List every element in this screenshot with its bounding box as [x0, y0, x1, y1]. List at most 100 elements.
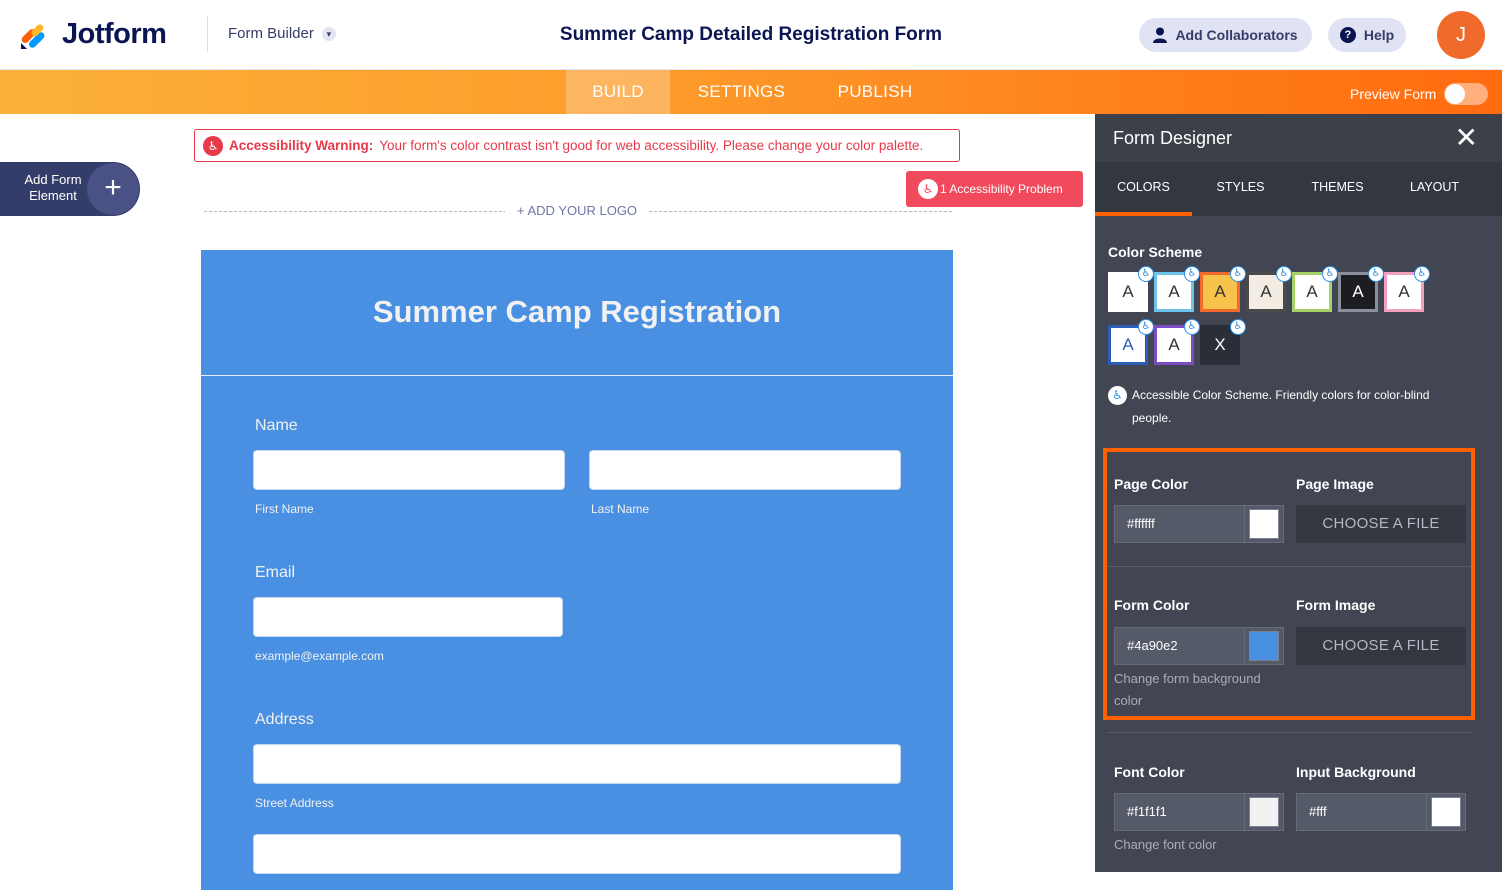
- help-label: Help: [1363, 27, 1395, 43]
- tab-styles[interactable]: STYLES: [1192, 162, 1289, 216]
- add-collaborators-button[interactable]: Add Collaborators: [1139, 18, 1312, 52]
- add-logo-button[interactable]: + ADD YOUR LOGO: [505, 203, 650, 218]
- accessibility-icon: ♿: [1414, 266, 1430, 282]
- form-color-input[interactable]: #4a90e2: [1114, 627, 1284, 665]
- tab-layout[interactable]: LAYOUT: [1386, 162, 1483, 216]
- accessible-scheme-text: Accessible Color Scheme. Friendly colors…: [1132, 388, 1430, 425]
- form-designer-title: Form Designer: [1113, 128, 1233, 148]
- name-label: Name: [255, 417, 298, 434]
- jotform-logo-icon: [21, 23, 45, 49]
- tab-themes[interactable]: THEMES: [1289, 162, 1386, 216]
- form-card: Summer Camp Registration Name First Name…: [201, 250, 953, 890]
- jotform-logo[interactable]: Jotform: [18, 18, 167, 51]
- form-image-label: Form Image: [1296, 597, 1376, 613]
- font-color-input[interactable]: #f1f1f1: [1114, 793, 1284, 831]
- tab-build[interactable]: BUILD: [566, 70, 670, 114]
- plus-icon: +: [87, 163, 139, 215]
- input-background-label: Input Background: [1296, 764, 1416, 780]
- form-title[interactable]: Summer Camp Detailed Registration Form: [560, 24, 942, 45]
- address-label: Address: [255, 711, 314, 728]
- font-color-swatch[interactable]: [1249, 797, 1279, 827]
- chevron-down-icon: ▾: [321, 26, 336, 41]
- warning-text: Your form's color contrast isn't good fo…: [379, 138, 924, 153]
- form-builder-dropdown[interactable]: Form Builder ▾: [228, 25, 336, 42]
- top-header: Jotform Form Builder ▾ Summer Camp Detai…: [0, 0, 1502, 70]
- form-designer-panel: Form Designer ✕ COLORS STYLES THEMES LAY…: [1095, 114, 1502, 872]
- page-image-choose-file-button[interactable]: CHOOSE A FILE: [1296, 505, 1466, 543]
- page-color-value: #ffffff: [1127, 516, 1155, 531]
- accessibility-icon: ♿: [1108, 386, 1127, 405]
- accessibility-icon: ♿: [1184, 319, 1200, 335]
- form-heading[interactable]: Summer Camp Registration: [201, 250, 953, 330]
- toggle-knob: [1445, 84, 1466, 104]
- input-background-value: #fff: [1309, 804, 1327, 819]
- accessibility-icon: ♿: [1276, 266, 1292, 282]
- street-address-input[interactable]: [253, 744, 901, 784]
- tab-publish[interactable]: PUBLISH: [820, 70, 930, 114]
- header-divider: [207, 16, 208, 52]
- section-divider: [1107, 732, 1471, 733]
- add-form-element-line2: Element: [29, 188, 77, 203]
- accessibility-icon: ♿: [1230, 319, 1246, 335]
- first-name-sublabel: First Name: [255, 502, 314, 516]
- page-color-label: Page Color: [1114, 476, 1188, 492]
- form-color-value: #4a90e2: [1127, 638, 1178, 653]
- accessibility-warning: ♿ Accessibility Warning: Your form's col…: [194, 129, 960, 162]
- section-divider: [1107, 566, 1471, 567]
- font-color-value: #f1f1f1: [1127, 804, 1167, 819]
- input-divider: [1244, 628, 1245, 664]
- form-canvas: ♿ Accessibility Warning: Your form's col…: [0, 114, 1095, 890]
- form-image-choose-file-button[interactable]: CHOOSE A FILE: [1296, 627, 1466, 665]
- add-form-element-label: Add Form Element: [14, 172, 92, 204]
- accessibility-icon: ♿: [1230, 266, 1246, 282]
- close-icon[interactable]: ✕: [1455, 114, 1478, 162]
- page-color-swatch[interactable]: [1249, 509, 1279, 539]
- form-color-swatch[interactable]: [1249, 631, 1279, 661]
- first-name-input[interactable]: [253, 450, 565, 490]
- last-name-input[interactable]: [589, 450, 901, 490]
- accessibility-icon: ♿: [1322, 266, 1338, 282]
- preview-form-toggle[interactable]: [1444, 83, 1489, 105]
- builder-nav: BUILD SETTINGS PUBLISH Preview Form: [0, 70, 1502, 114]
- accessible-scheme-note: ♿ Accessible Color Scheme. Friendly colo…: [1108, 384, 1468, 430]
- email-sublabel: example@example.com: [255, 649, 384, 663]
- accessibility-icon: ♿: [918, 179, 938, 199]
- street-address-sublabel: Street Address: [255, 796, 334, 810]
- help-button[interactable]: ? Help: [1328, 18, 1406, 52]
- add-form-element-button[interactable]: Add Form Element +: [0, 162, 140, 216]
- form-builder-label: Form Builder: [228, 25, 314, 42]
- accessibility-icon: ♿: [1138, 319, 1154, 335]
- input-divider: [1426, 794, 1427, 830]
- email-input[interactable]: [253, 597, 563, 637]
- avatar[interactable]: J: [1437, 11, 1485, 59]
- accessibility-icon: ♿: [1138, 266, 1154, 282]
- tab-settings[interactable]: SETTINGS: [680, 70, 803, 114]
- last-name-sublabel: Last Name: [591, 502, 650, 516]
- font-color-label: Font Color: [1114, 764, 1185, 780]
- accessibility-problem-label: 1 Accessibility Problem: [940, 182, 1063, 196]
- tab-colors[interactable]: COLORS: [1095, 162, 1192, 216]
- input-background-input[interactable]: #fff: [1296, 793, 1466, 831]
- designer-tabs: COLORS STYLES THEMES LAYOUT: [1095, 162, 1502, 216]
- accessibility-icon: ♿: [1368, 266, 1384, 282]
- form-color-help: Change form background color: [1114, 671, 1261, 708]
- warning-title: Accessibility Warning:: [229, 138, 374, 153]
- color-scheme-title: Color Scheme: [1108, 244, 1203, 260]
- street-address-line2-input[interactable]: [253, 834, 901, 874]
- input-divider: [1244, 506, 1245, 542]
- form-designer-header: Form Designer ✕: [1095, 114, 1502, 162]
- preview-form-toggle-group: Preview Form: [1350, 83, 1489, 105]
- accessibility-icon: ♿: [1184, 266, 1200, 282]
- user-icon: [1153, 27, 1168, 43]
- input-background-swatch[interactable]: [1431, 797, 1461, 827]
- font-color-help: Change font color: [1114, 837, 1217, 852]
- add-form-element-line1: Add Form: [24, 172, 82, 187]
- input-divider: [1244, 794, 1245, 830]
- email-label: Email: [255, 564, 296, 581]
- brand-name: Jotform: [62, 18, 167, 50]
- page-image-label: Page Image: [1296, 476, 1374, 492]
- accessibility-problem-button[interactable]: ♿ 1 Accessibility Problem: [906, 171, 1083, 207]
- page-color-input[interactable]: #ffffff: [1114, 505, 1284, 543]
- form-header: Summer Camp Registration: [201, 250, 953, 376]
- form-color-label: Form Color: [1114, 597, 1190, 613]
